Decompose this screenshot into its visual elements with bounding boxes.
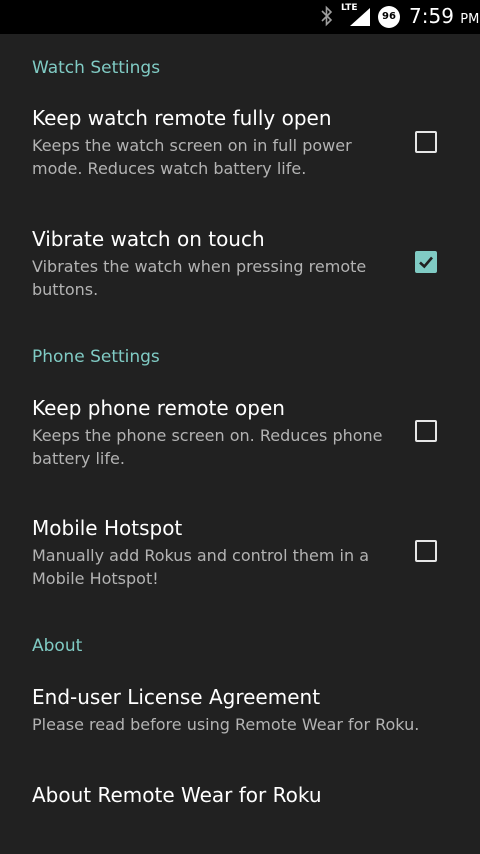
pref-title: Keep watch remote fully open [32,106,332,130]
battery-level: 96 [382,11,396,22]
pref-summary: Manually add Rokus and control them in a… [32,546,370,588]
keep-watch-open-checkbox[interactable] [415,131,437,153]
keep-phone-open-checkbox[interactable] [415,420,437,442]
pref-title: Mobile Hotspot [32,516,183,540]
pref-summary: Keeps the watch screen on in full power … [32,136,352,178]
vibrate-watch-checkbox[interactable] [415,251,437,273]
status-bar: LTE 96 7:59 PM [0,0,480,34]
clock: 7:59 PM [409,4,479,28]
pref-summary: Keeps the phone screen on. Reduces phone… [32,426,383,468]
checkmark-icon [419,256,433,269]
mobile-hotspot-checkbox[interactable] [415,540,437,562]
bluetooth-icon [321,5,333,27]
signal-icon [350,8,370,26]
pref-title: About Remote Wear for Roku [32,783,322,807]
section-header-about: About [32,636,83,656]
pref-title: Keep phone remote open [32,396,285,420]
battery-icon: 96 [378,6,400,28]
clock-time: 7:59 [409,4,454,28]
pref-summary: Vibrates the watch when pressing remote … [32,257,367,299]
pref-title: End-user License Agreement [32,685,321,709]
section-header-phone: Phone Settings [32,347,160,367]
pref-summary: Please read before using Remote Wear for… [32,715,420,734]
clock-ampm: PM [460,12,480,27]
pref-title: Vibrate watch on touch [32,227,265,251]
section-header-watch: Watch Settings [32,58,161,78]
